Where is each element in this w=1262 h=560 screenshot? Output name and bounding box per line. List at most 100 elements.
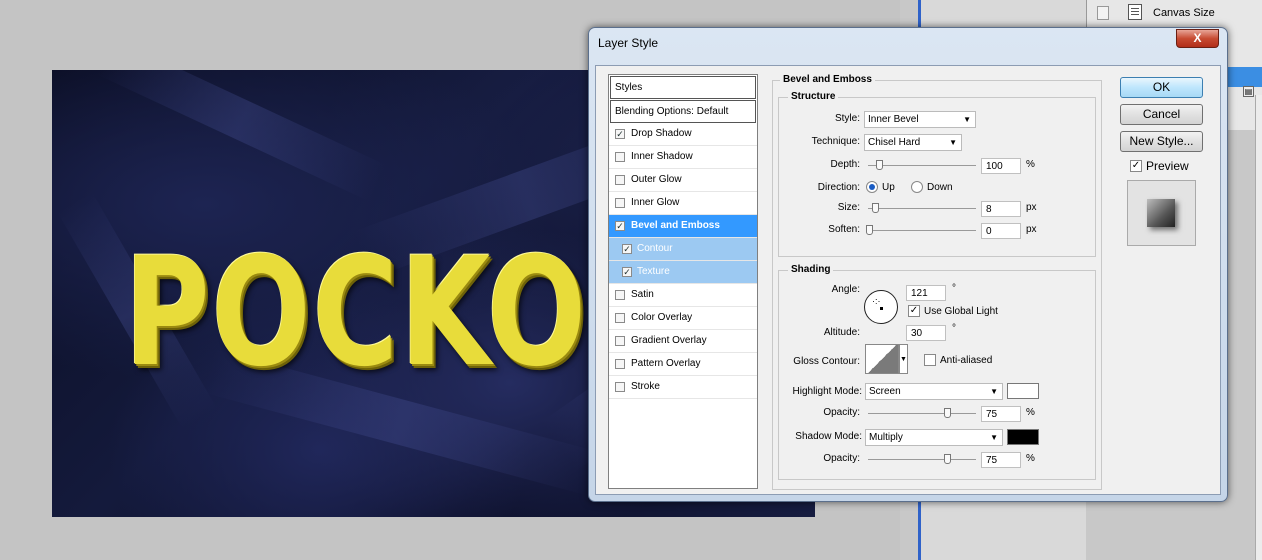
size-label: Size:	[837, 202, 860, 213]
altitude-field[interactable]: 30	[906, 325, 946, 341]
global-light-checkbox[interactable]	[908, 305, 920, 317]
style-item-contour[interactable]: Contour	[609, 238, 757, 261]
slider-thumb[interactable]	[944, 408, 951, 418]
preview-tile	[1147, 199, 1175, 227]
size-unit: px	[1026, 202, 1037, 213]
gradient-overlay-checkbox[interactable]	[615, 336, 625, 346]
gloss-contour-swatch[interactable]	[865, 344, 899, 374]
gloss-contour-dropdown-icon[interactable]: ▼	[899, 344, 908, 374]
angle-field[interactable]: 121	[906, 285, 946, 301]
style-item-drop-shadow[interactable]: Drop Shadow	[609, 123, 757, 146]
drop-shadow-checkbox[interactable]	[615, 129, 625, 139]
shading-group	[778, 270, 1096, 480]
global-light-label: Use Global Light	[924, 306, 998, 317]
ok-button[interactable]: OK	[1120, 77, 1203, 98]
shadow-opacity-unit: %	[1026, 453, 1035, 464]
depth-slider[interactable]	[868, 160, 976, 170]
size-slider[interactable]	[868, 203, 976, 213]
style-label: Inner Shadow	[631, 151, 693, 162]
angle-degree: °	[952, 283, 956, 294]
style-label: Bevel and Emboss	[631, 220, 720, 231]
dialog-body: Styles Blending Options: Default Drop Sh…	[595, 65, 1221, 495]
contour-checkbox[interactable]	[622, 244, 632, 254]
depth-label: Depth:	[830, 159, 860, 170]
new-style-button[interactable]: New Style...	[1120, 131, 1203, 152]
slider-thumb[interactable]	[876, 160, 883, 170]
shadow-opacity-field[interactable]: 75	[981, 452, 1021, 468]
styles-header[interactable]: Styles	[610, 76, 756, 99]
history-snapshot-toggle[interactable]	[1097, 6, 1109, 20]
style-item-stroke[interactable]: Stroke	[609, 376, 757, 399]
style-label: Contour	[637, 243, 673, 254]
depth-field[interactable]: 100	[981, 158, 1021, 174]
style-item-texture[interactable]: Texture	[609, 261, 757, 284]
style-label: Stroke	[631, 381, 660, 392]
soften-slider[interactable]	[866, 225, 976, 235]
history-item-canvas-size[interactable]: Canvas Size	[1153, 7, 1215, 19]
satin-checkbox[interactable]	[615, 290, 625, 300]
style-item-pattern-overlay[interactable]: Pattern Overlay	[609, 353, 757, 376]
close-button[interactable]: X	[1176, 29, 1219, 48]
inner-glow-checkbox[interactable]	[615, 198, 625, 208]
style-label: Drop Shadow	[631, 128, 692, 139]
angle-label: Angle:	[831, 284, 860, 295]
size-field[interactable]: 8	[981, 201, 1021, 217]
highlight-opacity-unit: %	[1026, 407, 1035, 418]
preview-checkbox[interactable]	[1130, 160, 1142, 172]
highlight-color-swatch[interactable]	[1007, 383, 1039, 399]
anti-aliased-checkbox[interactable]	[924, 354, 936, 366]
angle-crosshair-icon: ·:·	[872, 296, 881, 306]
shadow-mode-select[interactable]: Multiply	[865, 429, 1003, 446]
altitude-label: Altitude:	[823, 327, 860, 338]
direction-up-label: Up	[882, 182, 895, 193]
slider-thumb[interactable]	[944, 454, 951, 464]
style-label: Style:	[834, 113, 860, 124]
dialog-title: Layer Style	[598, 36, 659, 50]
inner-shadow-checkbox[interactable]	[615, 152, 625, 162]
style-item-color-overlay[interactable]: Color Overlay	[609, 307, 757, 330]
angle-dot	[880, 307, 883, 310]
styles-list: Styles Blending Options: Default Drop Sh…	[608, 74, 758, 489]
history-state-icon	[1128, 4, 1142, 20]
shadow-opacity-slider[interactable]	[868, 454, 976, 464]
direction-label: Direction:	[817, 182, 860, 193]
style-item-satin[interactable]: Satin	[609, 284, 757, 307]
direction-up-radio[interactable]	[866, 181, 878, 193]
shadow-color-swatch[interactable]	[1007, 429, 1039, 445]
bevel-emboss-checkbox[interactable]	[615, 221, 625, 231]
highlight-opacity-field[interactable]: 75	[981, 406, 1021, 422]
soften-label: Soften:	[828, 224, 860, 235]
highlight-mode-select[interactable]: Screen	[865, 383, 1003, 400]
preview-label: Preview	[1146, 159, 1189, 173]
style-item-inner-glow[interactable]: Inner Glow	[609, 192, 757, 215]
slider-thumb[interactable]	[866, 225, 873, 235]
bevel-emboss-settings: Bevel and Emboss Structure Style: Inner …	[772, 74, 1102, 490]
style-item-gradient-overlay[interactable]: Gradient Overlay	[609, 330, 757, 353]
slider-thumb[interactable]	[872, 203, 879, 213]
direction-down-radio[interactable]	[911, 181, 923, 193]
shadow-opacity-label: Opacity:	[823, 453, 860, 464]
panel-scrollbar[interactable]	[1255, 95, 1262, 560]
gloss-contour-label: Gloss Contour:	[793, 356, 860, 367]
panel-menu-icon[interactable]: ▤	[1243, 86, 1254, 97]
highlight-opacity-slider[interactable]	[868, 408, 976, 418]
soften-field[interactable]: 0	[981, 223, 1021, 239]
style-item-inner-shadow[interactable]: Inner Shadow	[609, 146, 757, 169]
outer-glow-checkbox[interactable]	[615, 175, 625, 185]
pattern-overlay-checkbox[interactable]	[615, 359, 625, 369]
blending-options-item[interactable]: Blending Options: Default	[610, 100, 756, 123]
style-item-outer-glow[interactable]: Outer Glow	[609, 169, 757, 192]
altitude-degree: °	[952, 323, 956, 334]
color-overlay-checkbox[interactable]	[615, 313, 625, 323]
bevel-style-select[interactable]: Inner Bevel	[864, 111, 976, 128]
highlight-opacity-label: Opacity:	[823, 407, 860, 418]
technique-label: Technique:	[811, 136, 860, 147]
stroke-checkbox[interactable]	[615, 382, 625, 392]
angle-dial[interactable]: ·:·	[864, 290, 898, 324]
cancel-button[interactable]: Cancel	[1120, 104, 1203, 125]
texture-checkbox[interactable]	[622, 267, 632, 277]
style-label: Outer Glow	[631, 174, 682, 185]
style-item-bevel-emboss[interactable]: Bevel and Emboss	[609, 215, 757, 238]
technique-select[interactable]: Chisel Hard	[864, 134, 962, 151]
style-label: Satin	[631, 289, 654, 300]
